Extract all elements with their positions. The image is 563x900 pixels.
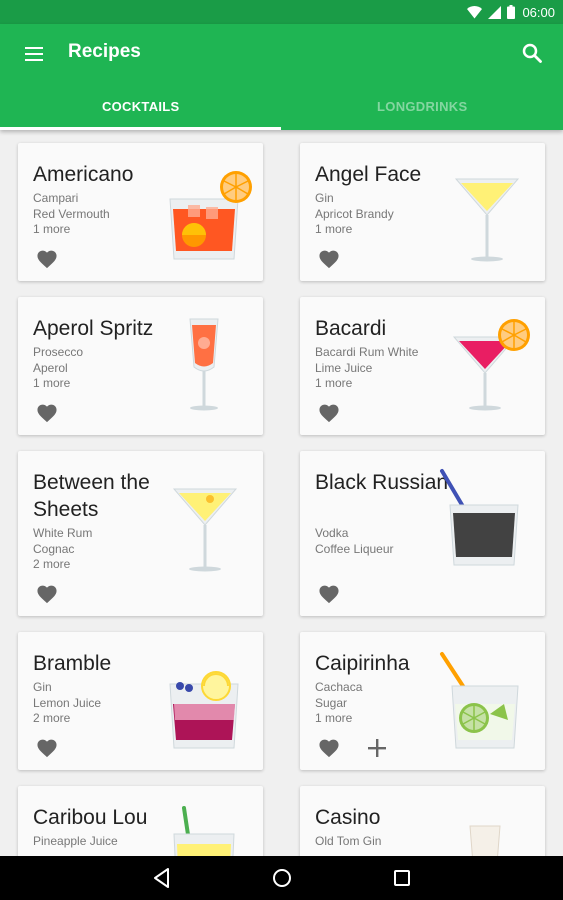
cocktail-name: Bacardi: [315, 317, 387, 340]
cocktail-name: Americano: [33, 163, 134, 186]
tumbler-orange-icon: [166, 169, 256, 269]
ingredient: Bacardi Rum White: [315, 345, 419, 359]
more-ingredients: 1 more: [315, 711, 353, 725]
favorite-heart-icon[interactable]: [36, 738, 58, 758]
ingredient: Campari: [33, 191, 79, 205]
ingredient: Vodka: [315, 526, 349, 540]
ingredient: Red Vermouth: [33, 206, 110, 221]
cocktail-card-black-russian[interactable]: Black Russian Vodka Coffee Liqueur: [300, 451, 545, 616]
ingredient: Lime Juice: [315, 360, 373, 375]
cocktail-name: Aperol Spritz: [33, 317, 154, 340]
ingredient: Lemon Juice: [33, 695, 102, 710]
cocktail-name: Angel Face: [315, 163, 422, 186]
add-icon[interactable]: [366, 737, 388, 759]
status-bar: 06:00: [0, 0, 563, 24]
favorite-heart-icon[interactable]: [318, 584, 340, 604]
favorite-heart-icon[interactable]: [318, 403, 340, 423]
more-ingredients: 2 more: [33, 711, 71, 725]
cocktail-name: Caribou Lou: [33, 806, 148, 829]
ingredient: Coffee Liqueur: [315, 541, 394, 556]
more-ingredients: 1 more: [33, 222, 71, 236]
ingredient: Old Tom Gin: [315, 834, 382, 848]
cocktail-name: Between the Sheets: [33, 471, 150, 521]
martini-pink-icon: [450, 315, 535, 420]
more-ingredients: 1 more: [33, 376, 71, 390]
ingredient: Pineapple Juice: [33, 834, 118, 848]
back-icon[interactable]: [150, 866, 174, 890]
favorite-heart-icon[interactable]: [36, 403, 58, 423]
navigation-bar: [0, 856, 563, 900]
cocktail-name: Black Russian: [315, 471, 449, 494]
cocktail-card-between-the-sheets[interactable]: Between the Sheets White Rum Cognac 2 mo…: [18, 451, 263, 616]
cocktail-card-bramble[interactable]: Bramble Gin Lemon Juice 2 more: [18, 632, 263, 770]
ingredient: Aperol: [33, 360, 68, 375]
battery-icon: [507, 5, 516, 19]
cocktail-card-caipirinha[interactable]: Caipirinha Cachaca Sugar 1 more: [300, 632, 545, 770]
page-title: Recipes: [68, 41, 141, 62]
search-icon[interactable]: [521, 42, 543, 64]
menu-icon[interactable]: [22, 42, 46, 66]
tumbler-yellow-icon: [168, 804, 248, 856]
status-time: 06:00: [522, 4, 555, 20]
cocktail-name: Casino: [315, 806, 381, 829]
signal-icon: [488, 5, 502, 19]
ingredient: Prosecco: [33, 345, 84, 359]
wifi-icon: [467, 5, 483, 19]
recents-icon[interactable]: [390, 866, 414, 890]
cocktail-name: Caipirinha: [315, 652, 410, 675]
glass-clear-icon: [466, 824, 506, 856]
app-toolbar: Recipes COCKTAILS LONGDRINKS: [0, 24, 563, 130]
ingredient: Sugar: [315, 695, 348, 710]
favorite-heart-icon[interactable]: [36, 584, 58, 604]
favorite-heart-icon[interactable]: [318, 738, 340, 758]
tab-bar: COCKTAILS LONGDRINKS: [0, 84, 563, 130]
flute-orange-icon: [184, 315, 224, 420]
cocktail-card-bacardi[interactable]: Bacardi Bacardi Rum White Lime Juice 1 m…: [300, 297, 545, 435]
favorite-heart-icon[interactable]: [36, 249, 58, 269]
cocktail-card-americano[interactable]: Americano Campari Red Vermouth 1 more: [18, 143, 263, 281]
ingredient: Gin: [33, 680, 52, 694]
tumbler-black-icon: [438, 467, 523, 577]
tumbler-lime-icon: [438, 648, 528, 758]
cocktail-card-casino[interactable]: Casino Old Tom Gin: [300, 786, 545, 856]
ingredient: Apricot Brandy: [315, 206, 394, 221]
favorite-heart-icon[interactable]: [318, 249, 340, 269]
more-ingredients: 1 more: [315, 376, 353, 390]
more-ingredients: 1 more: [315, 222, 353, 236]
more-ingredients: 2 more: [33, 557, 71, 571]
cocktail-card-angel-face[interactable]: Angel Face Gin Apricot Brandy 1 more: [300, 143, 545, 281]
cocktail-grid: Americano Campari Red Vermouth 1 more An…: [0, 130, 563, 856]
cocktail-name: Bramble: [33, 652, 112, 675]
home-icon[interactable]: [270, 866, 294, 890]
ingredient: White Rum: [33, 526, 93, 540]
tab-cocktails[interactable]: COCKTAILS: [0, 84, 282, 130]
ingredient: Cachaca: [315, 680, 363, 694]
martini-lemon-icon: [170, 485, 240, 580]
ingredient: Gin: [315, 191, 334, 205]
tumbler-berry-icon: [166, 662, 251, 762]
cocktail-card-caribou-lou[interactable]: Caribou Lou Pineapple Juice: [18, 786, 263, 856]
ingredient: Cognac: [33, 541, 75, 556]
cocktail-card-aperol-spritz[interactable]: Aperol Spritz Prosecco Aperol 1 more: [18, 297, 263, 435]
martini-yellow-icon: [452, 175, 522, 270]
tab-longdrinks[interactable]: LONGDRINKS: [282, 84, 563, 130]
